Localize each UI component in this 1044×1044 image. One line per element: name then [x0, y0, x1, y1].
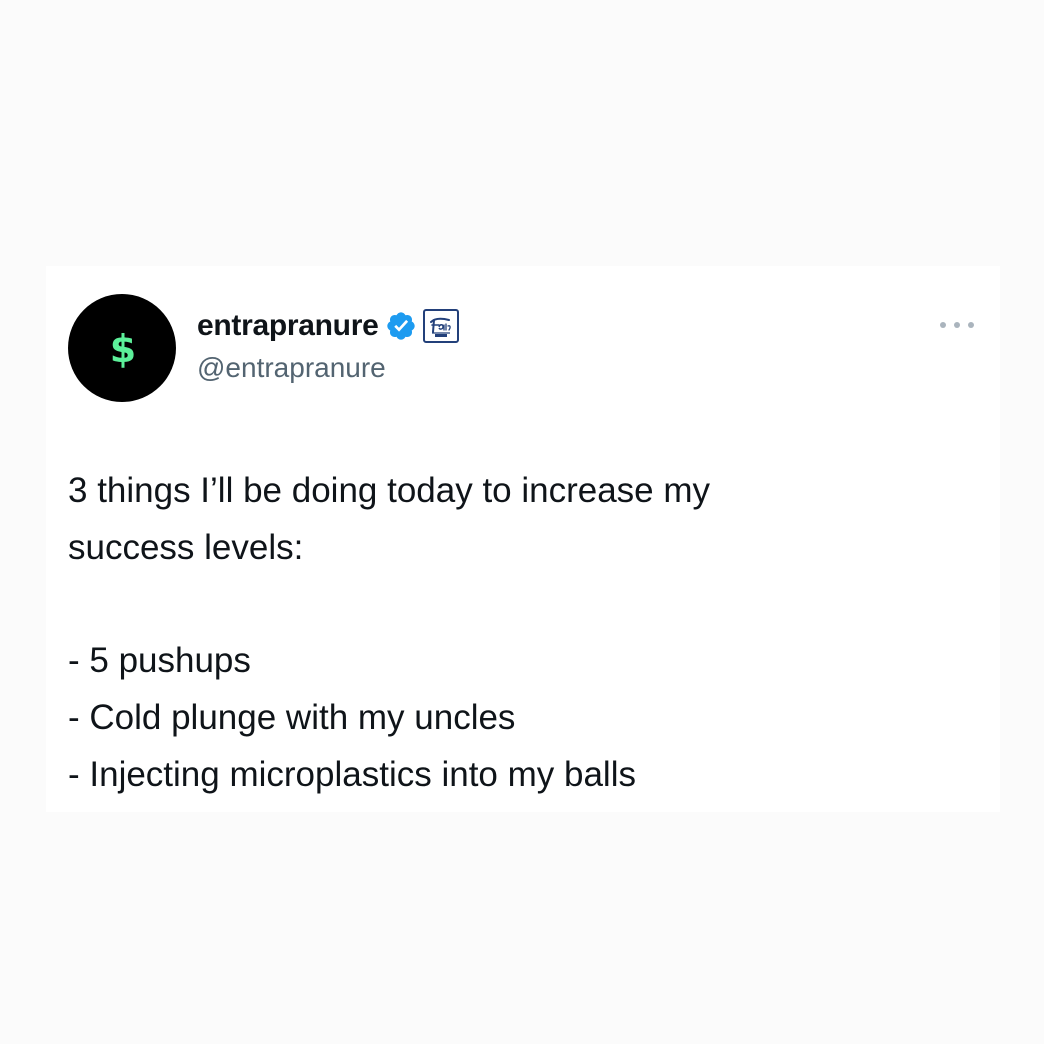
display-name[interactable]: entrapranure: [197, 309, 379, 343]
tweet-text-line: success levels:: [68, 528, 304, 567]
dollar-sign-icon: $: [109, 327, 137, 371]
tweet-text-line: 3 things I’ll be doing today to increase…: [68, 471, 711, 510]
tweet-card: $ entrapranure @entrapranure 3 things I’…: [46, 266, 1000, 812]
user-handle[interactable]: @entrapranure: [197, 352, 386, 384]
ellipsis-icon[interactable]: [940, 318, 974, 332]
list-item: - Injecting microplastics into my balls: [68, 755, 636, 794]
dot: [940, 322, 946, 328]
dot: [954, 322, 960, 328]
friday-beers-badge-icon[interactable]: [423, 309, 460, 343]
list-item: - Cold plunge with my uncles: [68, 698, 516, 737]
avatar[interactable]: $: [68, 294, 176, 402]
list-item: - 5 pushups: [68, 641, 251, 680]
dot: [968, 322, 974, 328]
tweet-body: 3 things I’ll be doing today to increase…: [68, 462, 968, 803]
author-name-row: entrapranure: [197, 306, 460, 346]
verified-badge-icon[interactable]: [385, 310, 417, 342]
